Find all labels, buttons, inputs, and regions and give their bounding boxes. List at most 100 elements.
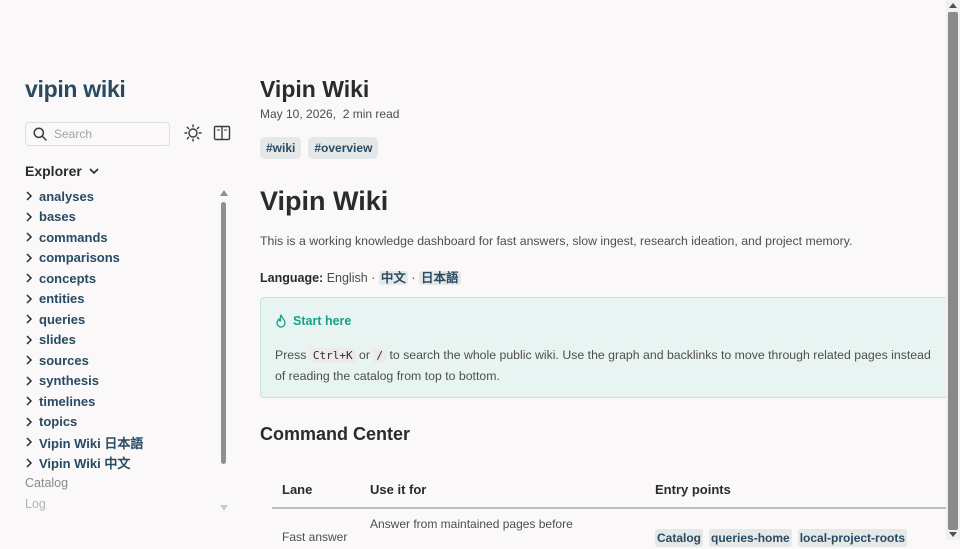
intro-paragraph: This is a working knowledge dashboard fo…	[260, 234, 853, 248]
language-label: Language:	[260, 271, 324, 285]
folder-label: bases	[39, 209, 76, 225]
folder-label: analyses	[39, 188, 94, 204]
shortcut-slash: /	[373, 348, 387, 363]
site-title[interactable]: vipin wiki	[25, 76, 126, 103]
main-content: Vipin Wiki May 10, 2026, 2 min read #wik…	[260, 0, 960, 547]
search-icon	[33, 127, 47, 141]
folder-label: comparisons	[39, 250, 120, 266]
callout-body: Press Ctrl+K or / to search the whole pu…	[275, 345, 935, 387]
chevron-right-icon	[26, 376, 33, 386]
folder-label: synthesis	[39, 373, 99, 389]
page-scrollbar[interactable]	[946, 0, 960, 540]
sidebar-link-catalog[interactable]: Catalog	[25, 476, 68, 490]
page-scroll-down-icon[interactable]	[949, 532, 957, 537]
sidebar-scrollbar-thumb[interactable]	[221, 202, 226, 464]
chevron-right-icon	[26, 437, 33, 447]
chevron-right-icon	[26, 355, 33, 365]
page-title: Vipin Wiki	[260, 76, 370, 102]
chevron-right-icon	[26, 253, 33, 263]
callout-title-text: Start here	[293, 314, 352, 328]
search-input[interactable]: Search	[25, 122, 170, 146]
folder-timelines[interactable]: timelines	[25, 391, 215, 412]
callout-text: or	[359, 348, 370, 362]
section-heading-command-center: Command Center	[260, 424, 411, 444]
folder-analyses[interactable]: analyses	[25, 186, 215, 207]
chevron-right-icon	[26, 314, 33, 324]
cell-use: Answer from maintained pages before	[370, 517, 573, 531]
folder-label: Vipin Wiki 日本語	[39, 435, 144, 451]
language-separator: ·	[371, 271, 376, 285]
article-meta: May 10, 2026, 2 min read	[260, 107, 399, 121]
explorer-toggle[interactable]: Explorer	[25, 163, 100, 179]
cell-entry-points: Catalog queries-home local-project-roots	[655, 529, 908, 547]
sun-icon[interactable]	[184, 124, 202, 142]
callout-title: Start here	[275, 314, 351, 328]
language-link-zh[interactable]: 中文	[378, 271, 408, 285]
flame-icon	[276, 314, 286, 328]
folder-slides[interactable]: slides	[25, 330, 215, 351]
folder-label: Vipin Wiki 中文	[39, 456, 131, 472]
folder-entities[interactable]: entities	[25, 289, 215, 310]
article-heading: Vipin Wiki	[260, 186, 389, 216]
command-center-table: Lane Use it for Entry points Fast answer…	[272, 474, 960, 549]
scroll-down-arrow-icon[interactable]	[220, 505, 228, 511]
folder-commands[interactable]: commands	[25, 227, 215, 248]
language-separator: ·	[411, 271, 416, 285]
language-current: English	[326, 271, 368, 285]
table-header-row: Lane Use it for Entry points	[272, 474, 960, 509]
folder-comparisons[interactable]: comparisons	[25, 248, 215, 269]
page-scrollbar-thumb[interactable]	[948, 12, 958, 530]
cell-lane: Fast answer	[282, 530, 348, 544]
explorer-label: Explorer	[25, 163, 82, 179]
folder-label: timelines	[39, 393, 96, 409]
folder-queries[interactable]: queries	[25, 309, 215, 330]
folder-bases[interactable]: bases	[25, 207, 215, 228]
page-scroll-up-icon[interactable]	[949, 3, 957, 8]
folder-vipin-wiki-zh[interactable]: Vipin Wiki 中文	[25, 453, 215, 474]
chevron-right-icon	[26, 417, 33, 427]
tag-list: #wiki #overview	[260, 137, 379, 159]
folder-concepts[interactable]: concepts	[25, 268, 215, 289]
chevron-right-icon	[26, 212, 33, 222]
publish-date: May 10, 2026,	[260, 107, 337, 121]
column-header-entry-points: Entry points	[655, 482, 731, 497]
column-header-lane: Lane	[282, 482, 313, 497]
folder-label: commands	[39, 229, 108, 245]
tag-overview[interactable]: #overview	[308, 137, 379, 159]
table-row: Fast answer Answer from maintained pages…	[272, 509, 960, 549]
read-time: 2 min read	[342, 107, 400, 121]
chevron-right-icon	[26, 232, 33, 242]
column-header-use: Use it for	[370, 482, 427, 497]
chevron-right-icon	[26, 191, 33, 201]
callout-text: Press	[275, 348, 307, 362]
folder-vipin-wiki-ja[interactable]: Vipin Wiki 日本語	[25, 432, 215, 453]
chevron-right-icon	[26, 335, 33, 345]
chevron-right-icon	[26, 458, 33, 468]
shortcut-ctrl-k: Ctrl+K	[309, 348, 356, 363]
scroll-up-arrow-icon[interactable]	[220, 190, 228, 196]
sidebar: vipin wiki Search Explorer analyses base…	[0, 0, 240, 540]
folder-label: sources	[39, 352, 89, 368]
folder-label: topics	[39, 414, 78, 430]
folder-topics[interactable]: topics	[25, 412, 215, 433]
sidebar-link-log[interactable]: Log	[25, 497, 46, 511]
chevron-right-icon	[26, 396, 33, 406]
tag-wiki[interactable]: #wiki	[260, 137, 302, 159]
entry-link-catalog[interactable]: Catalog	[655, 529, 704, 547]
explorer-tree: analyses bases commands comparisons conc…	[25, 186, 215, 473]
start-here-callout: Start here Press Ctrl+K or / to search t…	[260, 297, 960, 398]
entry-link-queries-home[interactable]: queries-home	[709, 529, 792, 547]
reader-mode-icon[interactable]	[213, 124, 231, 142]
folder-sources[interactable]: sources	[25, 350, 215, 371]
chevron-right-icon	[26, 294, 33, 304]
chevron-right-icon	[26, 273, 33, 283]
language-link-ja[interactable]: 日本語	[418, 271, 461, 285]
language-switcher: Language: English · 中文 · 日本語	[260, 267, 461, 286]
folder-label: slides	[39, 332, 76, 348]
folder-label: queries	[39, 311, 86, 327]
folder-label: concepts	[39, 270, 97, 286]
folder-synthesis[interactable]: synthesis	[25, 371, 215, 392]
search-placeholder: Search	[54, 127, 93, 141]
folder-label: entities	[39, 291, 85, 307]
entry-link-local-project-roots[interactable]: local-project-roots	[797, 529, 908, 547]
